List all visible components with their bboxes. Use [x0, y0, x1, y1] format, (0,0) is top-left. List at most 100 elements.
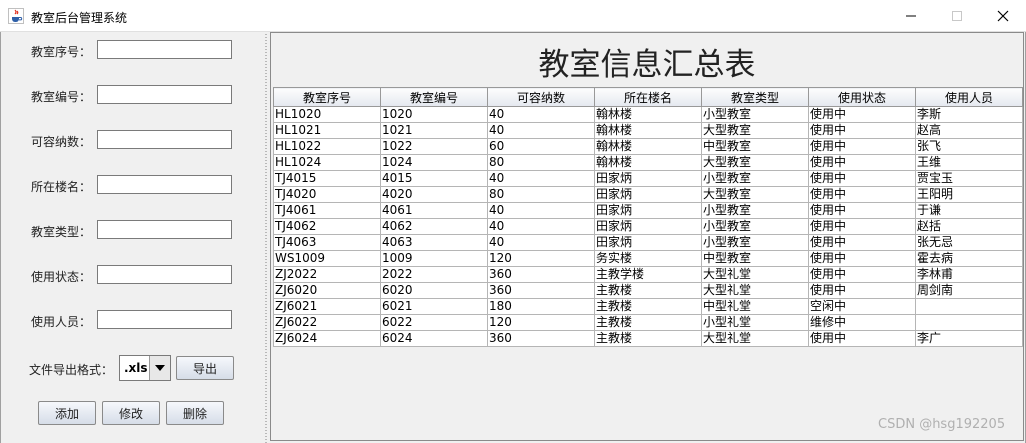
- table-cell[interactable]: 4062: [380, 218, 488, 235]
- table-cell[interactable]: TJ4015: [273, 170, 381, 187]
- table-cell[interactable]: 王维: [915, 154, 1023, 171]
- table-cell[interactable]: TJ4063: [273, 234, 381, 251]
- table-cell[interactable]: 主教楼: [594, 298, 702, 315]
- table-cell[interactable]: 使用中: [808, 154, 916, 171]
- table-row[interactable]: ZJ6021 6021 180 主教楼 中型礼堂 空闲中: [273, 298, 1023, 315]
- column-header[interactable]: 教室编号: [380, 87, 488, 107]
- table-cell[interactable]: 小型教室: [701, 170, 809, 187]
- column-header[interactable]: 所在楼名: [594, 87, 702, 107]
- table-row[interactable]: HL1021 1021 40 翰林楼 大型教室 使用中 赵高: [273, 122, 1023, 139]
- table-cell[interactable]: 大型礼堂: [701, 330, 809, 347]
- table-cell[interactable]: 李林甫: [915, 266, 1023, 283]
- table-cell[interactable]: 小型教室: [701, 202, 809, 219]
- table-cell[interactable]: 120: [487, 250, 595, 267]
- table-cell[interactable]: 使用中: [808, 330, 916, 347]
- table-cell[interactable]: 使用中: [808, 106, 916, 123]
- table-cell[interactable]: 主教学楼: [594, 266, 702, 283]
- table-cell[interactable]: 王阳明: [915, 186, 1023, 203]
- table-cell[interactable]: 4063: [380, 234, 488, 251]
- table-cell[interactable]: 小型礼堂: [701, 314, 809, 331]
- table-cell[interactable]: 霍去病: [915, 250, 1023, 267]
- table-cell[interactable]: 大型教室: [701, 186, 809, 203]
- table-row[interactable]: ZJ6022 6022 120 主教楼 小型礼堂 维修中: [273, 314, 1023, 331]
- table-cell[interactable]: 40: [487, 122, 595, 139]
- table-row[interactable]: TJ4020 4020 80 田家炳 大型教室 使用中 王阳明: [273, 186, 1023, 203]
- table-cell[interactable]: 使用中: [808, 218, 916, 235]
- column-header[interactable]: 使用状态: [808, 87, 916, 107]
- table-cell[interactable]: 使用中: [808, 266, 916, 283]
- table-cell[interactable]: 360: [487, 330, 595, 347]
- table-cell[interactable]: 360: [487, 282, 595, 299]
- table-cell[interactable]: 中型教室: [701, 138, 809, 155]
- table-cell[interactable]: 180: [487, 298, 595, 315]
- table-cell[interactable]: ZJ6021: [273, 298, 381, 315]
- table-cell[interactable]: 40: [487, 202, 595, 219]
- table-cell[interactable]: 6021: [380, 298, 488, 315]
- table-cell[interactable]: 田家炳: [594, 218, 702, 235]
- edit-button[interactable]: 修改: [102, 401, 160, 425]
- column-header[interactable]: 教室序号: [273, 87, 381, 107]
- room-type-input[interactable]: [97, 220, 232, 239]
- table-cell[interactable]: HL1020: [273, 106, 381, 123]
- status-input[interactable]: [97, 265, 232, 284]
- table-cell[interactable]: 40: [487, 234, 595, 251]
- table-cell[interactable]: 1020: [380, 106, 488, 123]
- export-button[interactable]: 导出: [176, 356, 234, 380]
- table-cell[interactable]: 田家炳: [594, 234, 702, 251]
- table-cell[interactable]: 翰林楼: [594, 138, 702, 155]
- table-row[interactable]: ZJ6020 6020 360 主教楼 大型礼堂 使用中 周剑南: [273, 282, 1023, 299]
- table-cell[interactable]: 使用中: [808, 170, 916, 187]
- table-cell[interactable]: ZJ6022: [273, 314, 381, 331]
- table-cell[interactable]: 于谦: [915, 202, 1023, 219]
- table-cell[interactable]: 大型礼堂: [701, 266, 809, 283]
- maximize-button[interactable]: [934, 0, 980, 32]
- table-cell[interactable]: 4015: [380, 170, 488, 187]
- table-cell[interactable]: 使用中: [808, 202, 916, 219]
- table-cell[interactable]: 小型教室: [701, 218, 809, 235]
- table-cell[interactable]: 田家炳: [594, 202, 702, 219]
- table-row[interactable]: HL1020 1020 40 翰林楼 小型教室 使用中 李斯: [273, 106, 1023, 123]
- table-cell[interactable]: 主教楼: [594, 282, 702, 299]
- table-cell[interactable]: ZJ2022: [273, 266, 381, 283]
- table-cell[interactable]: 赵高: [915, 122, 1023, 139]
- table-cell[interactable]: 中型教室: [701, 250, 809, 267]
- table-cell[interactable]: 贾宝玉: [915, 170, 1023, 187]
- room-number-input[interactable]: [97, 85, 232, 104]
- table-cell[interactable]: WS1009: [273, 250, 381, 267]
- table-cell[interactable]: 维修中: [808, 314, 916, 331]
- table-cell[interactable]: 40: [487, 106, 595, 123]
- table-cell[interactable]: 80: [487, 154, 595, 171]
- table-cell[interactable]: 小型教室: [701, 234, 809, 251]
- room-seq-input[interactable]: [97, 40, 232, 59]
- table-cell[interactable]: ZJ6024: [273, 330, 381, 347]
- table-cell[interactable]: 大型礼堂: [701, 282, 809, 299]
- user-input[interactable]: [97, 310, 232, 329]
- table-cell[interactable]: 翰林楼: [594, 106, 702, 123]
- table-row[interactable]: TJ4062 4062 40 田家炳 小型教室 使用中 赵括: [273, 218, 1023, 235]
- table-row[interactable]: HL1024 1024 80 翰林楼 大型教室 使用中 王维: [273, 154, 1023, 171]
- table-cell[interactable]: 120: [487, 314, 595, 331]
- table-cell[interactable]: 40: [487, 170, 595, 187]
- split-pane-divider[interactable]: [262, 32, 270, 443]
- table-row[interactable]: ZJ2022 2022 360 主教学楼 大型礼堂 使用中 李林甫: [273, 266, 1023, 283]
- export-format-select[interactable]: .xls: [119, 355, 171, 381]
- table-cell[interactable]: HL1022: [273, 138, 381, 155]
- table-cell[interactable]: 2022: [380, 266, 488, 283]
- table-row[interactable]: HL1022 1022 60 翰林楼 中型教室 使用中 张飞: [273, 138, 1023, 155]
- table-cell[interactable]: 使用中: [808, 122, 916, 139]
- table-cell[interactable]: 1021: [380, 122, 488, 139]
- building-input[interactable]: [97, 175, 232, 194]
- table-cell[interactable]: 空闲中: [808, 298, 916, 315]
- table-cell[interactable]: 6022: [380, 314, 488, 331]
- table-row[interactable]: WS1009 1009 120 务实楼 中型教室 使用中 霍去病: [273, 250, 1023, 267]
- table-cell[interactable]: 中型礼堂: [701, 298, 809, 315]
- classroom-table[interactable]: 教室序号 教室编号 可容纳数 所在楼名 教室类型 使用状态 使用人员 HL1020 1020 4…: [273, 87, 1023, 347]
- table-cell[interactable]: ZJ6020: [273, 282, 381, 299]
- table-cell[interactable]: 大型教室: [701, 122, 809, 139]
- table-cell[interactable]: TJ4062: [273, 218, 381, 235]
- table-cell[interactable]: 务实楼: [594, 250, 702, 267]
- table-row[interactable]: TJ4061 4061 40 田家炳 小型教室 使用中 于谦: [273, 202, 1023, 219]
- table-cell[interactable]: HL1024: [273, 154, 381, 171]
- table-cell[interactable]: 6020: [380, 282, 488, 299]
- table-cell[interactable]: 6024: [380, 330, 488, 347]
